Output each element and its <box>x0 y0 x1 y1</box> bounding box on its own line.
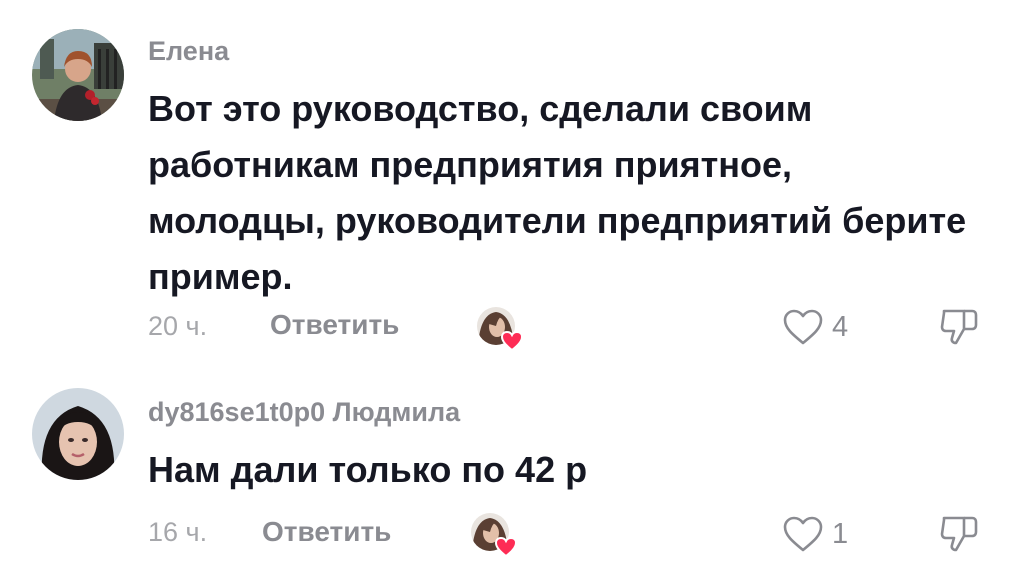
comment-item: dy816se1t0p0 Людмила Нам дали только по … <box>0 360 1024 578</box>
like-count: 1 <box>832 517 849 550</box>
like-button[interactable]: 4 <box>782 307 848 347</box>
comment-timestamp: 16 ч. <box>148 517 208 547</box>
comment-item: Елена Вот это руководство, сделали своим… <box>0 0 1024 360</box>
comment-username[interactable]: dy816se1t0p0 Людмила <box>148 397 460 428</box>
reply-button[interactable]: Ответить <box>262 516 391 548</box>
creator-avatar-heart-icon <box>470 512 518 558</box>
comment-timestamp: 20 ч. <box>148 311 208 341</box>
avatar[interactable] <box>32 388 124 480</box>
like-button[interactable]: 1 <box>782 514 848 554</box>
heart-outline-icon <box>783 309 823 345</box>
comment-text: Вот это руководство, сделали своим работ… <box>148 88 967 297</box>
thumbs-down-icon[interactable] <box>938 512 982 556</box>
heart-outline-icon <box>783 516 823 552</box>
comment-text: Нам дали только по 42 р <box>148 449 588 490</box>
reply-button[interactable]: Ответить <box>270 309 399 341</box>
thumbs-down-icon[interactable] <box>938 305 982 349</box>
like-count: 4 <box>832 310 849 343</box>
comment-username[interactable]: Елена <box>148 36 229 67</box>
creator-avatar-heart-icon <box>476 306 524 352</box>
avatar[interactable] <box>32 29 124 121</box>
